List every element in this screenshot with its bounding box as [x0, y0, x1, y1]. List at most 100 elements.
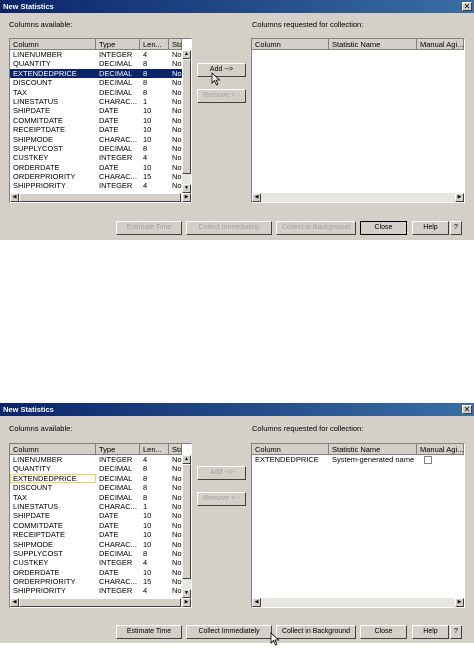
horizontal-scrollbar[interactable]: ◀ ▶: [252, 193, 464, 202]
column-header[interactable]: Sta: [169, 444, 182, 455]
scroll-left-arrow-icon[interactable]: ◀: [10, 598, 19, 607]
title-bar[interactable]: New Statistics ✕: [0, 0, 474, 13]
table-row[interactable]: EXTENDEDPRICE System-generated name: [252, 455, 464, 465]
add-button[interactable]: Add -->: [197, 466, 246, 480]
scroll-up-arrow-icon[interactable]: ▲: [182, 455, 191, 464]
close-icon[interactable]: ✕: [462, 2, 472, 11]
table-row[interactable]: QUANTITY DECIMAL 8 No: [10, 464, 182, 473]
add-button[interactable]: Add -->: [197, 63, 246, 77]
table-row[interactable]: ORDERDATE DATE 10 No: [10, 568, 182, 577]
close-button[interactable]: Close: [360, 625, 407, 639]
table-row[interactable]: SHIPDATE DATE 10 No: [10, 511, 182, 520]
remove-button[interactable]: Remove <--: [197, 492, 246, 506]
table-row[interactable]: ORDERDATE DATE 10 No: [10, 163, 182, 172]
table-cell: DISCOUNT: [13, 483, 53, 493]
column-header[interactable]: Len...: [140, 444, 169, 455]
table-row[interactable]: SHIPMODE CHARAC... 10 No: [10, 540, 182, 549]
horizontal-scrollbar[interactable]: ◀ ▶: [10, 598, 191, 607]
close-button[interactable]: Close: [360, 221, 407, 235]
column-header[interactable]: Column: [10, 444, 96, 455]
columns-requested-table[interactable]: Column Statistic Name Manual Agi... ◀ ▶: [251, 38, 465, 203]
scroll-left-arrow-icon[interactable]: ◀: [252, 193, 261, 202]
table-row[interactable]: COMMITDATE DATE 10 No: [10, 521, 182, 530]
table-row[interactable]: ORDERPRIORITY CHARAC... 15 No: [10, 172, 182, 181]
table-row[interactable]: QUANTITY DECIMAL 8 No: [10, 59, 182, 68]
collect-immediately-button[interactable]: Collect Immediately: [186, 625, 272, 639]
vertical-scrollbar[interactable]: ▲ ▼: [182, 455, 191, 598]
scroll-right-arrow-icon[interactable]: ▶: [455, 598, 464, 607]
column-header[interactable]: Column: [252, 39, 329, 50]
estimate-time-button[interactable]: Estimate Time: [116, 221, 182, 235]
table-row[interactable]: TAX DECIMAL 8 No: [10, 88, 182, 97]
table-cell: No: [172, 473, 182, 483]
table-row[interactable]: SHIPDATE DATE 10 No: [10, 106, 182, 115]
remove-button[interactable]: Remove <--: [197, 89, 246, 103]
table-row[interactable]: LINENUMBER INTEGER 4 No: [10, 455, 182, 464]
table-row[interactable]: LINESTATUS CHARAC... 1 No: [10, 502, 182, 511]
collect-in-background-button[interactable]: Collect in Background: [276, 221, 356, 235]
table-cell: CUSTKEY: [13, 153, 49, 163]
table-row[interactable]: CUSTKEY INTEGER 4 No: [10, 153, 182, 162]
table-row[interactable]: DISCOUNT DECIMAL 8 No: [10, 483, 182, 492]
table-cell: 8: [143, 548, 148, 558]
table-row[interactable]: SUPPLYCOST DECIMAL 8 No: [10, 144, 182, 153]
column-header[interactable]: Statistic Name: [329, 39, 417, 50]
help-button[interactable]: Help: [412, 625, 449, 639]
columns-available-table[interactable]: ColumnTypeLen...Sta LINENUMBER INTEGER 4 No…: [9, 38, 192, 203]
table-row[interactable]: DISCOUNT DECIMAL 8 No: [10, 78, 182, 87]
table-row[interactable]: EXTENDEDPRICE DECIMAL 8 No: [10, 473, 182, 484]
scroll-thumb[interactable]: [19, 598, 181, 607]
scroll-down-arrow-icon[interactable]: ▼: [182, 184, 191, 193]
collect-immediately-button[interactable]: Collect Immediately: [186, 221, 272, 235]
table-row[interactable]: RECEIPTDATE DATE 10 No: [10, 530, 182, 539]
scroll-left-arrow-icon[interactable]: ◀: [252, 598, 261, 607]
column-header[interactable]: Column: [252, 444, 329, 455]
table-row[interactable]: LINENUMBER INTEGER 4 No: [10, 50, 182, 59]
column-header[interactable]: Statistic Name: [329, 444, 417, 455]
column-header[interactable]: Sta: [169, 39, 182, 50]
manual-agi-checkbox[interactable]: [424, 456, 432, 465]
table-row[interactable]: CUSTKEY INTEGER 4 No: [10, 558, 182, 567]
table-header: ColumnTypeLen...Sta: [10, 39, 182, 50]
table-cell: 1: [143, 96, 148, 106]
column-header[interactable]: Manual Agi...: [417, 444, 464, 455]
column-header[interactable]: Manual Agi...: [417, 39, 464, 50]
scroll-left-arrow-icon[interactable]: ◀: [10, 193, 19, 202]
scroll-thumb[interactable]: [19, 193, 181, 202]
close-icon[interactable]: ✕: [462, 405, 472, 414]
scroll-right-arrow-icon[interactable]: ▶: [455, 193, 464, 202]
table-row[interactable]: COMMITDATE DATE 10 No: [10, 116, 182, 125]
table-row[interactable]: TAX DECIMAL 8 No: [10, 493, 182, 502]
column-header[interactable]: Len...: [140, 39, 169, 50]
estimate-time-button[interactable]: Estimate Time: [116, 625, 182, 639]
column-header[interactable]: Type: [96, 444, 140, 455]
horizontal-scrollbar[interactable]: ◀ ▶: [10, 193, 191, 202]
scroll-right-arrow-icon[interactable]: ▶: [182, 598, 191, 607]
scroll-thumb[interactable]: [182, 59, 191, 174]
question-icon[interactable]: ?: [450, 221, 462, 235]
scroll-up-arrow-icon[interactable]: ▲: [182, 50, 191, 59]
horizontal-scrollbar[interactable]: ◀ ▶: [252, 598, 464, 607]
table-cell: No: [172, 501, 182, 511]
table-row[interactable]: SUPPLYCOST DECIMAL 8 No: [10, 549, 182, 558]
table-row[interactable]: ORDERPRIORITY CHARAC... 15 No: [10, 577, 182, 586]
columns-available-table[interactable]: ColumnTypeLen...Sta LINENUMBER INTEGER 4 No…: [9, 443, 192, 608]
table-row[interactable]: SHIPPRIORITY INTEGER 4 No: [10, 586, 182, 595]
table-row[interactable]: SHIPPRIORITY INTEGER 4 No: [10, 181, 182, 190]
table-row[interactable]: EXTENDEDPRICE DECIMAL 8 No: [10, 68, 182, 79]
question-icon[interactable]: ?: [450, 625, 462, 639]
column-header[interactable]: Type: [96, 39, 140, 50]
columns-requested-table[interactable]: Column Statistic Name Manual Agi... EXTEND…: [251, 443, 465, 608]
table-row[interactable]: RECEIPTDATE DATE 10 No: [10, 125, 182, 134]
table-row[interactable]: LINESTATUS CHARAC... 1 No: [10, 97, 182, 106]
vertical-scrollbar[interactable]: ▲ ▼: [182, 50, 191, 193]
table-row[interactable]: SHIPMODE CHARAC... 10 No: [10, 135, 182, 144]
scroll-thumb[interactable]: [182, 464, 191, 579]
scroll-right-arrow-icon[interactable]: ▶: [182, 193, 191, 202]
title-bar[interactable]: New Statistics ✕: [0, 403, 474, 416]
collect-in-background-button[interactable]: Collect in Background: [276, 625, 356, 639]
help-button[interactable]: Help: [412, 221, 449, 235]
scroll-down-arrow-icon[interactable]: ▼: [182, 589, 191, 598]
table-cell: No: [172, 492, 182, 502]
column-header[interactable]: Column: [10, 39, 96, 50]
